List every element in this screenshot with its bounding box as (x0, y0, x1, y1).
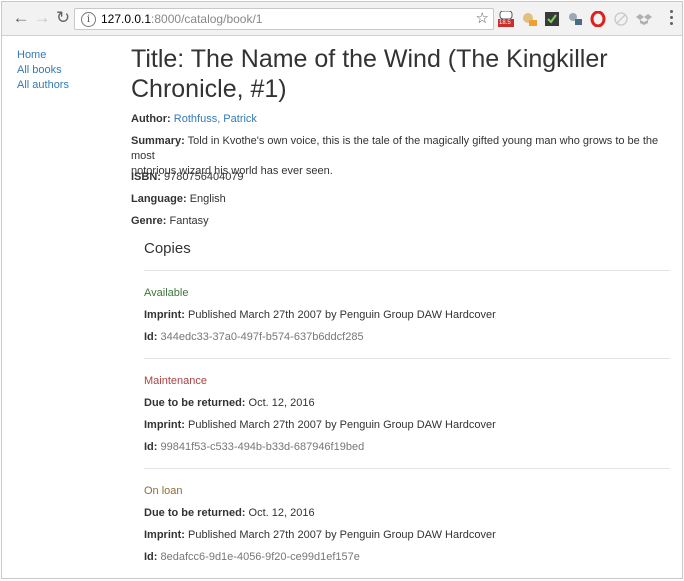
extension-check-icon[interactable] (544, 11, 560, 27)
language-label: Language: (131, 193, 187, 205)
genre-field: Genre: Fantasy (131, 214, 209, 229)
due-label: Due to be returned: (144, 507, 246, 519)
copy-divider (144, 270, 670, 271)
extension-tools-icon[interactable] (567, 11, 583, 27)
browser-toolbar: ← → ↻ i 127.0.0.1:8000/catalog/book/1 ☆ … (2, 2, 682, 36)
isbn-field: ISBN: 9780756404079 (131, 170, 244, 185)
id-value: 344edc33-37a0-497f-b574-637b6ddcf285 (160, 331, 364, 343)
due-label: Due to be returned: (144, 397, 246, 409)
genre-value: Fantasy (169, 215, 209, 227)
author-label: Author: (131, 113, 171, 125)
language-value: English (189, 193, 226, 205)
url-text[interactable]: 127.0.0.1:8000/catalog/book/1 (101, 12, 262, 27)
dropbox-icon[interactable] (636, 11, 652, 27)
info-icon[interactable]: i (81, 12, 96, 27)
sidebar-nav: Home All books All authors (17, 48, 69, 93)
summary-line-1: Told in Kvothe's own voice, this is the … (131, 135, 659, 162)
copy-imprint-row: Imprint: Published March 27th 2007 by Pe… (144, 528, 496, 543)
copy-status-on-loan: On loan (144, 485, 183, 497)
isbn-value: 9780756404079 (164, 171, 244, 183)
bookmark-star-icon[interactable]: ☆ (476, 10, 489, 28)
copy-due-row: Due to be returned: Oct. 12, 2016 (144, 506, 315, 521)
extension-ghost-icon[interactable] (521, 11, 537, 27)
imprint-label: Imprint: (144, 419, 185, 431)
copy-status-available: Available (144, 287, 189, 299)
copy-id-row: Id: 8edafcc6-9d1e-4056-9f20-ce99d1ef157e (144, 550, 360, 565)
genre-label: Genre: (131, 215, 167, 227)
copy-due-row: Due to be returned: Oct. 12, 2016 (144, 396, 315, 411)
extension-badge-count: 18.5 (499, 20, 511, 26)
address-bar[interactable]: i 127.0.0.1:8000/catalog/book/1 ☆ (74, 8, 494, 30)
opera-icon[interactable] (590, 10, 606, 28)
due-value: Oct. 12, 2016 (248, 507, 315, 519)
isbn-label: ISBN: (131, 171, 161, 183)
sidebar-item-all-authors[interactable]: All authors (17, 78, 69, 93)
id-label: Id: (144, 551, 158, 563)
imprint-value: Published March 27th 2007 by Penguin Gro… (188, 529, 496, 541)
title-line-2: Chronicle, #1) (131, 75, 287, 103)
page-title: Title: The Name of the Wind (The Kingkil… (131, 44, 671, 104)
id-label: Id: (144, 441, 158, 453)
title-line-1: Title: The Name of the Wind (The Kingkil… (131, 45, 608, 73)
author-field: Author: Rothfuss, Patrick (131, 112, 257, 127)
url-host: 127.0.0.1 (101, 12, 152, 26)
id-value: 8edafcc6-9d1e-4056-9f20-ce99d1ef157e (160, 551, 360, 563)
due-value: Oct. 12, 2016 (248, 397, 315, 409)
menu-icon[interactable] (670, 10, 674, 28)
url-path: :8000/catalog/book/1 (151, 12, 263, 26)
id-label: Id: (144, 331, 158, 343)
language-field: Language: English (131, 192, 226, 207)
imprint-value: Published March 27th 2007 by Penguin Gro… (188, 419, 496, 431)
copy-imprint-row: Imprint: Published March 27th 2007 by Pe… (144, 418, 496, 433)
browser-window: ← → ↻ i 127.0.0.1:8000/catalog/book/1 ☆ … (1, 1, 683, 579)
copy-id-row: Id: 344edc33-37a0-497f-b574-637b6ddcf285 (144, 330, 364, 345)
summary-label: Summary: (131, 135, 185, 147)
copy-divider (144, 358, 670, 359)
id-value: 99841f53-c533-494b-b33d-687946f19bed (160, 441, 365, 453)
reload-icon[interactable]: ↻ (53, 8, 73, 28)
extension-badge-icon[interactable]: 18.5 (498, 10, 514, 27)
imprint-label: Imprint: (144, 309, 185, 321)
sidebar-item-home[interactable]: Home (17, 48, 69, 63)
imprint-value: Published March 27th 2007 by Penguin Gro… (188, 309, 496, 321)
book-detail: Title: The Name of the Wind (The Kingkil… (131, 44, 671, 563)
copy-status-maintenance: Maintenance (144, 375, 207, 387)
author-link[interactable]: Rothfuss, Patrick (174, 113, 257, 125)
copy-imprint-row: Imprint: Published March 27th 2007 by Pe… (144, 308, 496, 323)
imprint-label: Imprint: (144, 529, 185, 541)
copy-divider (144, 468, 670, 469)
copies-heading: Copies (144, 240, 191, 257)
sidebar-item-all-books[interactable]: All books (17, 63, 69, 78)
extension-disabled-icon[interactable] (613, 11, 629, 27)
forward-icon[interactable]: → (32, 8, 52, 28)
back-icon[interactable]: ← (11, 8, 31, 28)
copy-id-row: Id: 99841f53-c533-494b-b33d-687946f19bed (144, 440, 364, 455)
